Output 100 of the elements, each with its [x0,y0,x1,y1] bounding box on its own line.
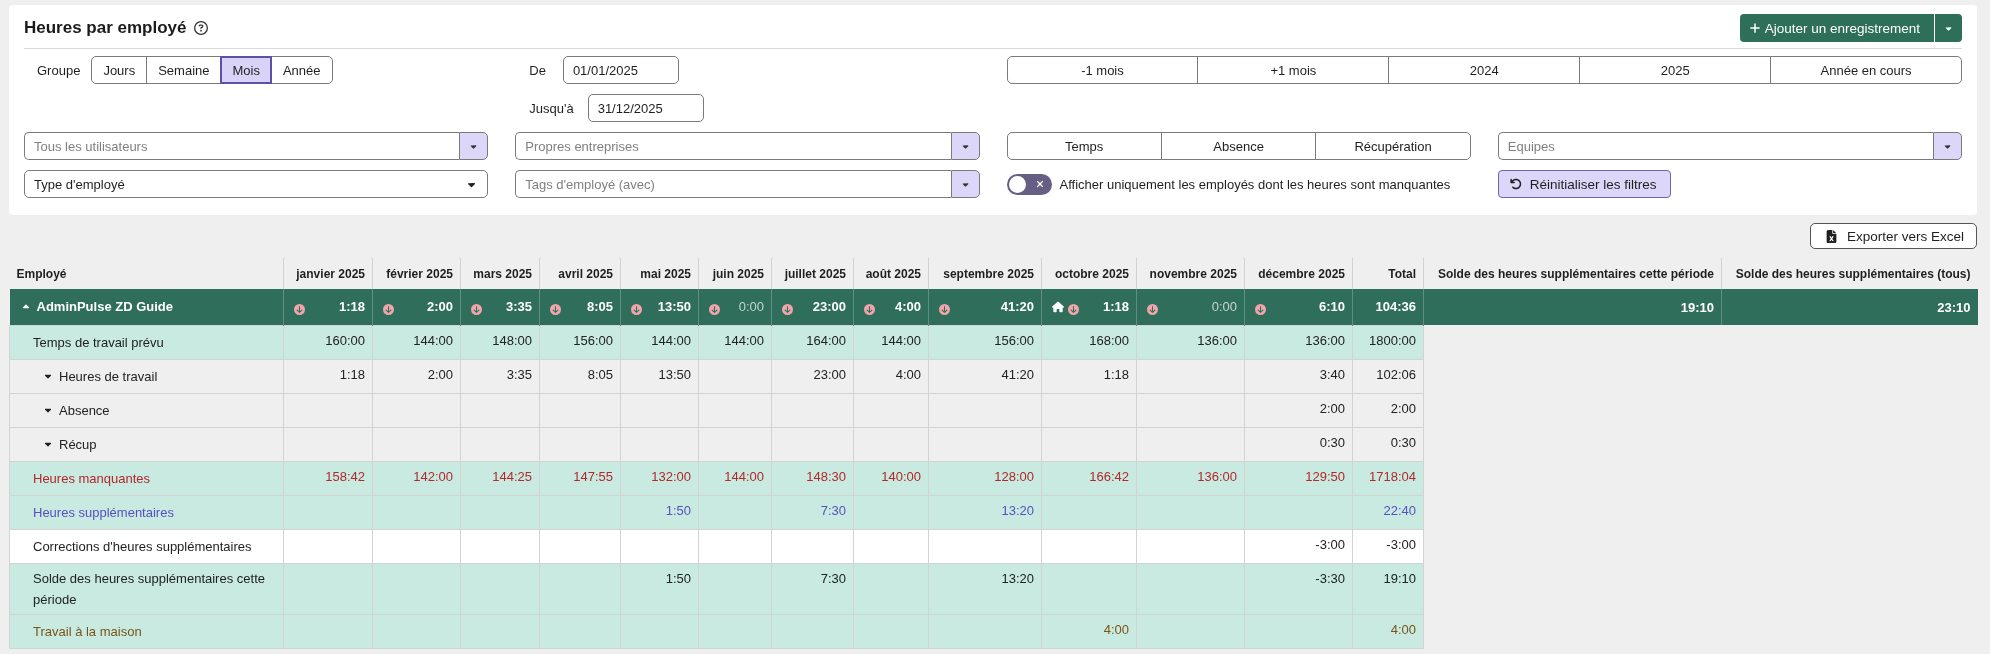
row-label: Travail à la maison [9,614,284,648]
period-button[interactable]: 2025 [1579,56,1772,84]
table-cell: 4:00 [1352,614,1424,648]
column-header: Employé [9,258,284,289]
table-cell: 0:30 [1352,427,1424,461]
table-cell: -3:00 [1244,529,1353,563]
period-button[interactable]: +1 mois [1197,56,1390,84]
table-cell: 158:42 [283,461,373,495]
toggle-switch[interactable] [1006,173,1052,195]
row-label: Corrections d'heures supplémentaires [9,529,284,563]
table-cell: 23:10 [1721,289,1978,325]
add-record-button[interactable]: Ajouter un enregistrement [1739,14,1934,42]
table-cell: 1:50 [620,495,699,529]
plus-icon [1748,22,1761,34]
table-cell: 19:10 [1423,289,1722,325]
grouping-option[interactable]: Année [270,56,333,84]
record-type-toggle[interactable]: Récupération [1315,132,1471,160]
dropdown-button[interactable] [950,132,980,160]
table-cell: 144:00 [853,325,929,359]
date-label: De [529,62,546,78]
period-button[interactable]: Année en cours [1770,56,1963,84]
table-cell: 3:35 [460,359,540,393]
table-cell: 0:30 [1244,427,1353,461]
employee-tag-select[interactable]: Tags d'employé (avec) [515,170,951,198]
hours-value: 23:00 [812,299,846,315]
hours-value: 41:20 [1000,299,1034,315]
table-cell: 144:00 [372,325,461,359]
hours-value: 2:00 [426,299,453,315]
table-cell: 104:36 [1352,289,1424,325]
table-cell: 160:00 [283,325,373,359]
file-icon [1824,229,1838,243]
team-select[interactable]: Equipes [1497,132,1933,160]
period-button[interactable]: 2024 [1388,56,1581,84]
grouping-option[interactable]: Mois [220,56,272,84]
table-cell: 1:50 [620,563,699,614]
dropdown-button[interactable] [1933,132,1962,160]
date-field[interactable]: 01/01/2025 [562,56,679,84]
table-cell: -3:30 [1244,563,1353,614]
table-cell: 144:00 [698,461,772,495]
dropdown-button[interactable] [950,170,980,198]
table-cell: 19:10 [1352,563,1424,614]
table-cell: 8:05 [539,359,621,393]
table-cell: 128:00 [928,461,1042,495]
row-label: Heures de travail [59,367,158,386]
row-label: Solde des heures supplémentaires cette période [9,563,284,614]
employee-name: AdminPulse ZD Guide [36,299,173,315]
table-cell: 129:50 [1244,461,1353,495]
hours-value: 6:10 [1318,299,1345,315]
table-cell: 166:42 [1041,461,1137,495]
table-cell: 148:00 [460,325,540,359]
table-cell: 1:18 [1041,359,1137,393]
hours-value: 13:50 [657,299,691,315]
user-select[interactable]: Tous les utilisateurs [24,132,460,160]
row-label: Récup [59,435,97,454]
record-type-toggle[interactable]: Temps [1006,132,1162,160]
table-cell: 102:06 [1352,359,1424,393]
table-cell: 1800:00 [1352,325,1424,359]
row-label: Heures supplémentaires [9,495,284,529]
table-cell: 142:00 [372,461,461,495]
hours-value: 1:18 [1102,299,1129,315]
export-button[interactable]: Exporter vers Excel [1809,223,1977,249]
period-button[interactable]: -1 mois [1006,56,1199,84]
page-title: Heures par employé [24,18,187,38]
grouping-option[interactable]: Jours [91,56,148,84]
date-field[interactable]: 31/12/2025 [587,94,704,122]
add-options-button[interactable] [1934,14,1962,42]
date-label: Jusqu'à [529,100,574,116]
reset-filters-button[interactable]: Réinitialiser les filtres [1497,170,1671,198]
table-cell: 148:30 [771,461,854,495]
table-cell: 1718:04 [1352,461,1424,495]
hours-value: 0:00 [738,299,764,315]
hours-value: 1:18 [338,299,365,315]
toggle-label: Afficher uniquement les employés dont les heures sont manquantes [1059,176,1451,192]
employee-cell[interactable]: AdminPulse ZD Guide [9,289,284,325]
table-cell: 23:00 [771,359,854,393]
grouping-option[interactable]: Semaine [146,56,222,84]
table-cell: 4:00 [1041,614,1137,648]
table-cell: 3:40 [1244,359,1353,393]
row-label: Heures manquantes [9,461,284,495]
employee-type-select[interactable]: Type d'employé [24,170,489,198]
table-cell: 156:00 [539,325,621,359]
group-label: Groupe [37,62,81,78]
table-cell: 136:00 [1244,325,1353,359]
table-cell: 7:30 [771,495,854,529]
table-cell: 22:40 [1352,495,1424,529]
hours-value: 4:00 [894,299,921,315]
help-icon[interactable] [193,21,208,35]
table-cell: 2:00 [1352,393,1424,427]
dropdown-button[interactable] [459,132,489,160]
table-cell: 156:00 [928,325,1042,359]
hours-value: 0:00 [1211,299,1237,315]
row-label: Temps de travail prévu [9,325,284,359]
table-cell: 168:00 [1041,325,1137,359]
hours-value: 8:05 [586,299,613,315]
table-cell: 4:00 [853,359,929,393]
table-cell: 136:00 [1136,461,1245,495]
table-cell: 147:55 [539,461,621,495]
undo-icon [1509,178,1522,190]
company-select[interactable]: Propres entreprises [515,132,951,160]
record-type-toggle[interactable]: Absence [1160,132,1317,160]
